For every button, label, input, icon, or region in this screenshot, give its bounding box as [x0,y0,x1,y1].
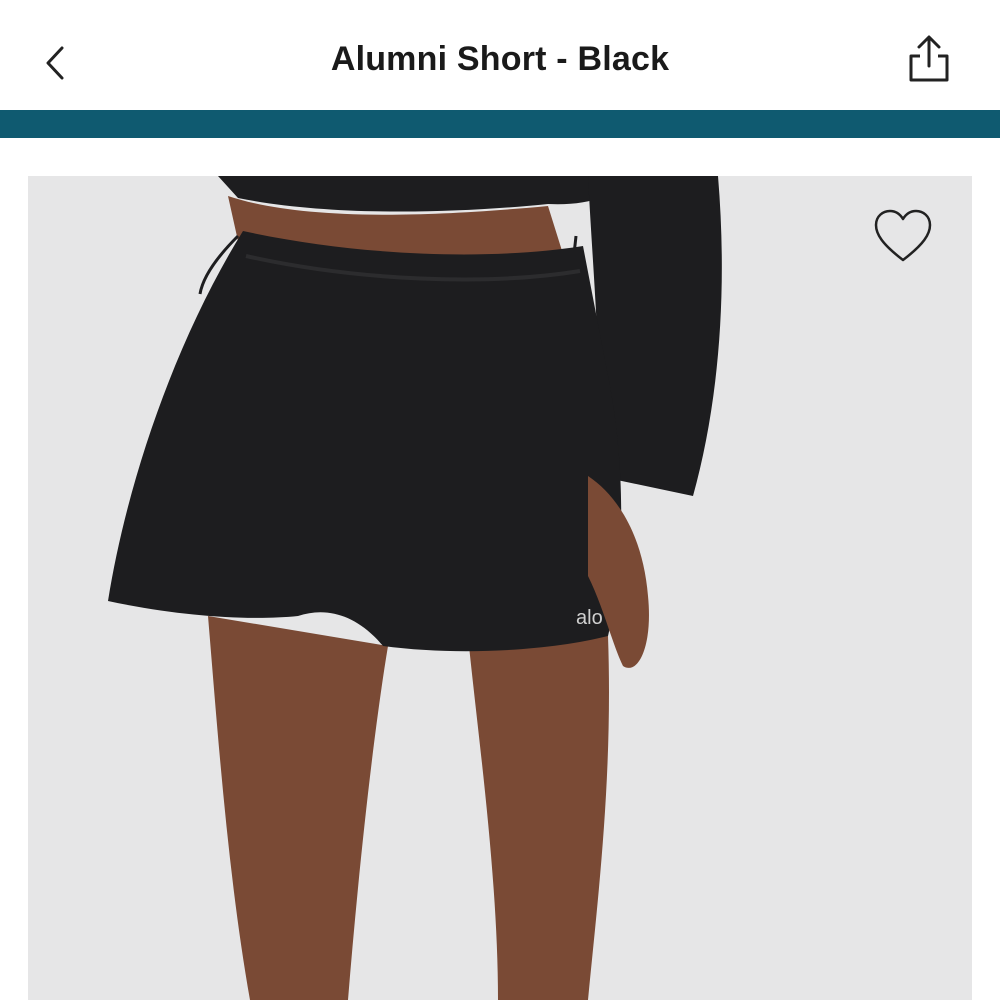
product-image[interactable]: alo [28,176,972,1000]
product-photo: alo [28,176,972,1000]
chevron-left-icon [46,46,64,80]
favorite-button[interactable] [870,206,936,268]
share-button[interactable] [900,32,958,88]
page-title: Alumni Short - Black [330,40,670,78]
brand-logo: alo [576,607,603,629]
share-icon [909,35,949,82]
accent-bar [0,110,1000,138]
back-button[interactable] [30,38,80,88]
heart-outline-icon [874,209,932,262]
top-nav-bar: Alumni Short - Black [0,0,1000,110]
